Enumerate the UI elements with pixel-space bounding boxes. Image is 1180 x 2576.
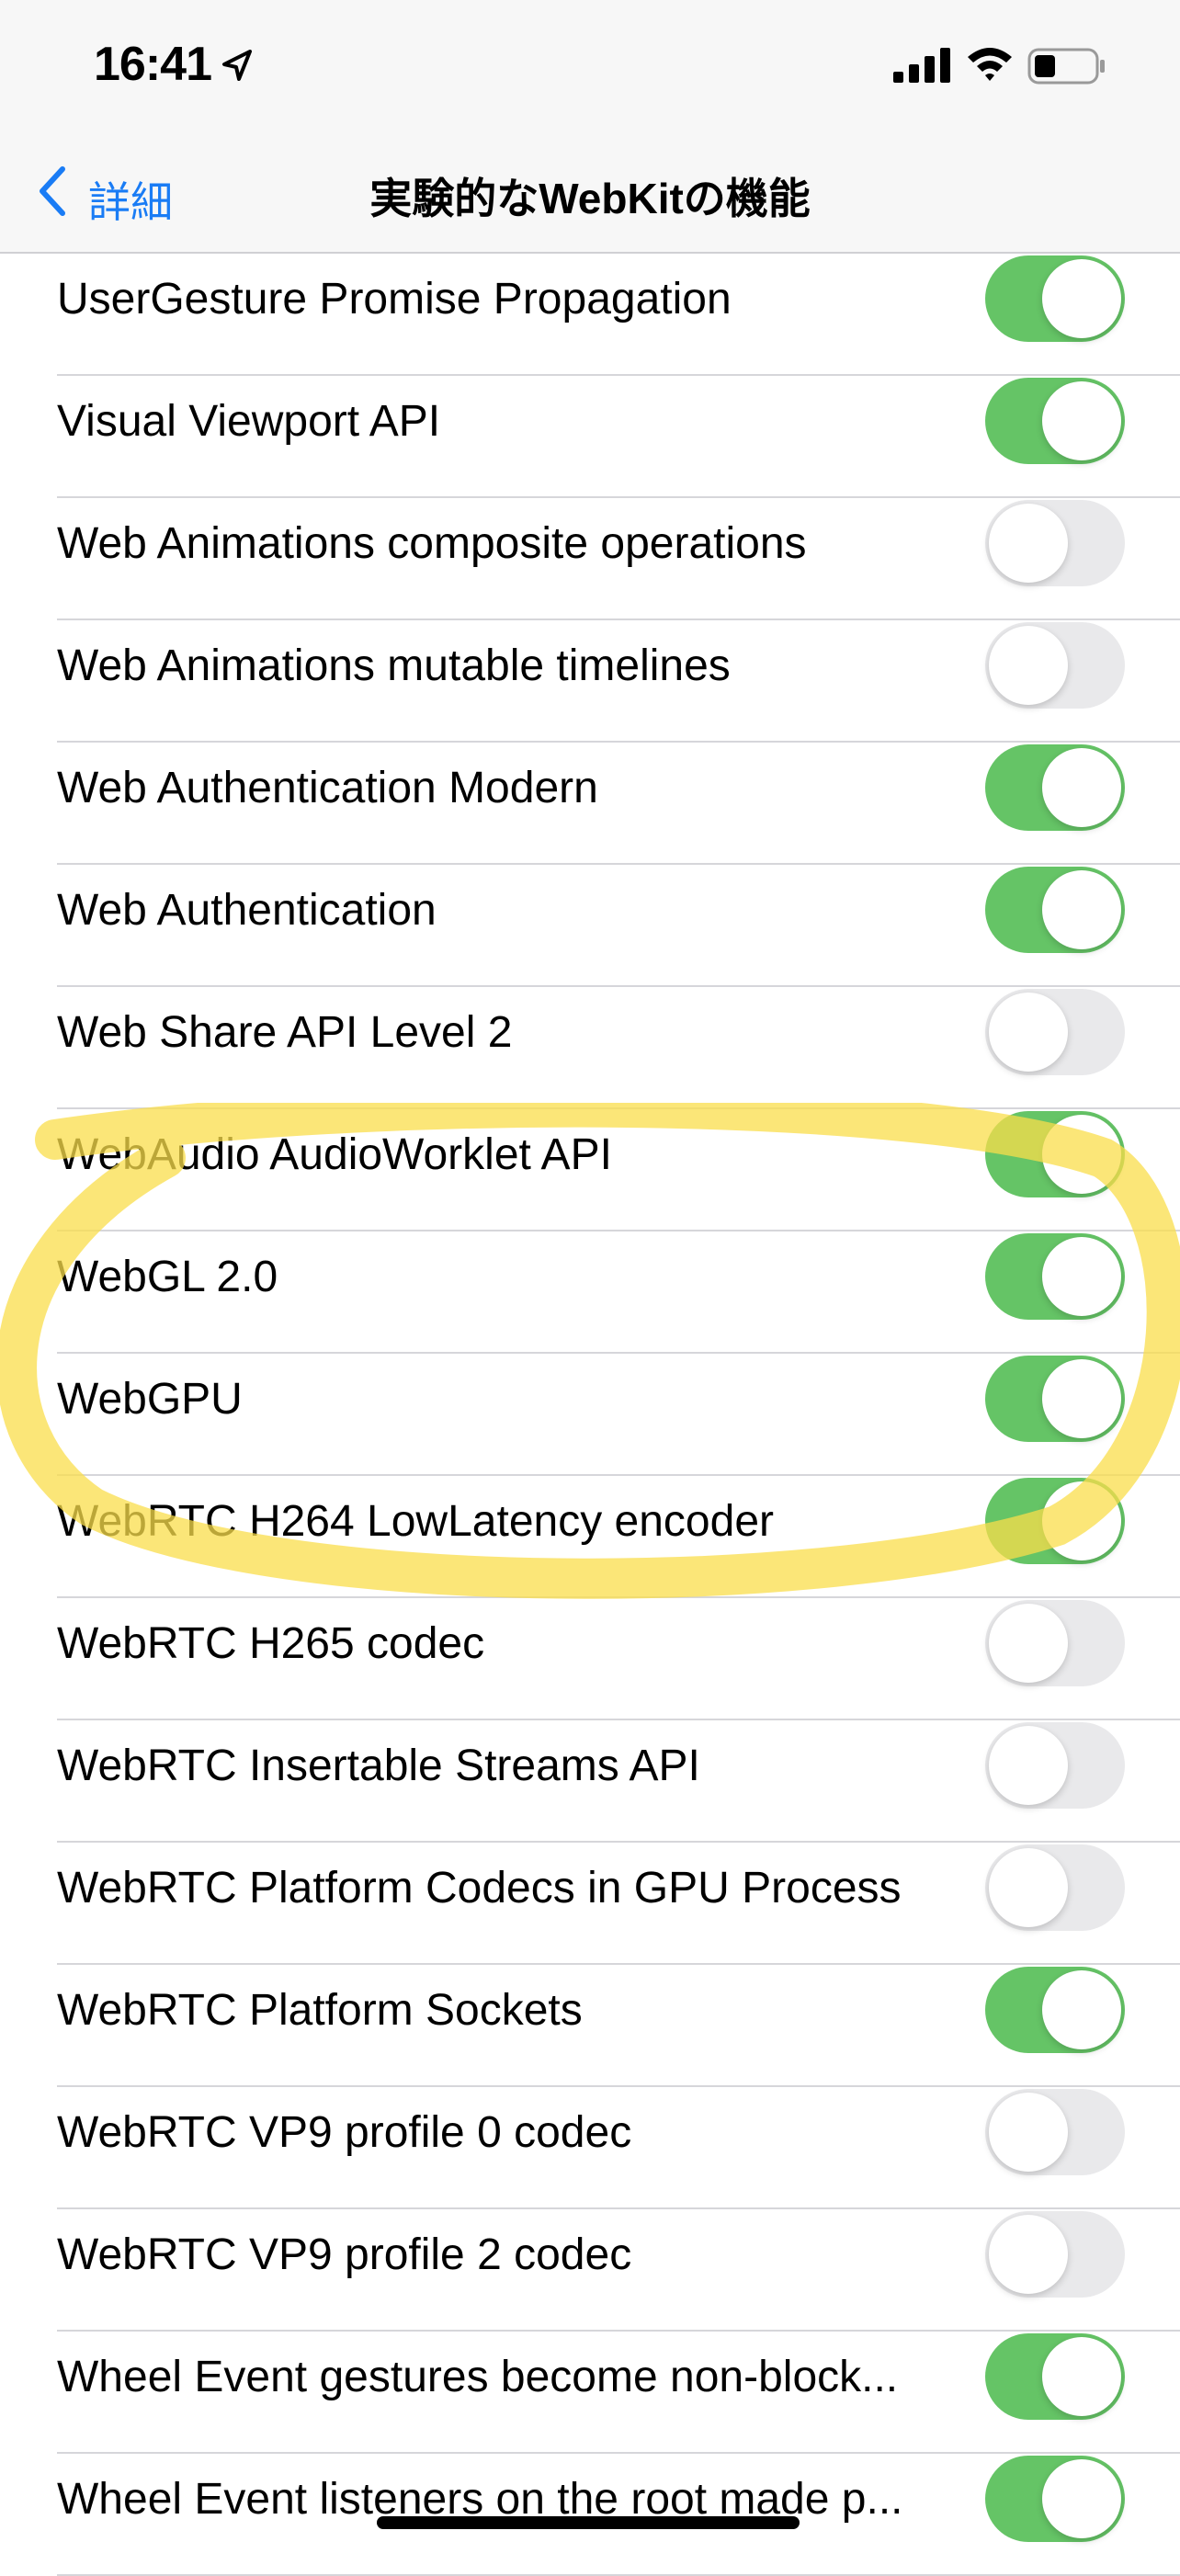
toggle-knob — [1042, 870, 1121, 949]
feature-toggle[interactable] — [985, 1722, 1125, 1809]
list-item: WebRTC VP9 profile 2 codec — [0, 2209, 1180, 2332]
location-arrow-icon — [222, 50, 252, 81]
toggle-knob — [1042, 259, 1121, 338]
toggle-knob — [1042, 1359, 1121, 1438]
feature-toggle[interactable] — [985, 2089, 1125, 2175]
toggle-knob — [989, 1848, 1068, 1927]
toggle-knob — [989, 1604, 1068, 1683]
feature-label: WebAudio AudioWorklet API — [57, 1130, 612, 1179]
feature-label: WebRTC H264 LowLatency encoder — [57, 1497, 774, 1546]
feature-toggle[interactable] — [985, 622, 1125, 709]
feature-label: WebRTC VP9 profile 2 codec — [57, 2230, 632, 2279]
feature-label: WebRTC Platform Codecs in GPU Process — [57, 1864, 902, 1912]
feature-label: Web Authentication Modern — [57, 764, 598, 812]
list-item: WebRTC VP9 profile 0 codec — [0, 2087, 1180, 2209]
feature-toggle[interactable] — [985, 255, 1125, 342]
list-item: Web Share API Level 2 — [0, 987, 1180, 1109]
list-item: WebGL 2.0 — [0, 1231, 1180, 1354]
feature-label: WebRTC H265 codec — [57, 1619, 485, 1668]
feature-toggle[interactable] — [985, 500, 1125, 586]
navigation-bar: 詳細 実験的なWebKitの機能 — [0, 129, 1180, 254]
wifi-icon — [968, 48, 1012, 81]
list-item: Web Animations composite operations — [0, 498, 1180, 620]
list-item: WebGPU — [0, 1354, 1180, 1476]
toggle-knob — [989, 993, 1068, 1072]
list-item: Web Authentication Modern — [0, 743, 1180, 865]
list-item: WebRTC Platform Sockets — [0, 1965, 1180, 2087]
feature-toggle[interactable] — [985, 378, 1125, 464]
feature-toggle[interactable] — [985, 1356, 1125, 1442]
cellular-signal-icon — [893, 48, 950, 83]
list-item: Web Animations mutable timelines — [0, 620, 1180, 743]
feature-list: UserGesture Promise Propagation Visual Vi… — [0, 254, 1180, 2576]
feature-label: WebGL 2.0 — [57, 1253, 278, 1301]
feature-label: Wheel Event listeners on the root made p… — [57, 2475, 903, 2524]
page-title: 実験的なWebKitの機能 — [369, 175, 811, 222]
feature-toggle[interactable] — [985, 1478, 1125, 1564]
feature-toggle[interactable] — [985, 1967, 1125, 2053]
toggle-knob — [1042, 2337, 1121, 2416]
feature-label: Web Share API Level 2 — [57, 1008, 513, 1057]
feature-toggle[interactable] — [985, 2333, 1125, 2420]
toggle-knob — [1042, 748, 1121, 827]
toggle-knob — [989, 626, 1068, 705]
list-item: Wheel Event listeners on the root made p… — [0, 2454, 1180, 2576]
toggle-knob — [1042, 1237, 1121, 1316]
list-item: WebAudio AudioWorklet API — [0, 1109, 1180, 1231]
feature-toggle[interactable] — [985, 744, 1125, 831]
toggle-knob — [989, 2215, 1068, 2294]
list-item: WebRTC H265 codec — [0, 1598, 1180, 1720]
list-item: Visual Viewport API — [0, 376, 1180, 498]
feature-label: WebGPU — [57, 1375, 243, 1424]
feature-label: Web Authentication — [57, 886, 437, 935]
toggle-knob — [1042, 381, 1121, 460]
toggle-knob — [1042, 1481, 1121, 1560]
feature-toggle[interactable] — [985, 1233, 1125, 1320]
feature-toggle[interactable] — [985, 1111, 1125, 1197]
toggle-knob — [1042, 2459, 1121, 2538]
list-item: Web Authentication — [0, 865, 1180, 987]
status-bar: 16:41 — [0, 0, 1180, 129]
toggle-knob — [989, 504, 1068, 583]
list-item: WebRTC Platform Codecs in GPU Process — [0, 1843, 1180, 1965]
feature-toggle[interactable] — [985, 989, 1125, 1075]
feature-label: Web Animations composite operations — [57, 519, 807, 568]
list-item: WebRTC Insertable Streams API — [0, 1720, 1180, 1843]
feature-toggle[interactable] — [985, 867, 1125, 953]
feature-label: WebRTC Platform Sockets — [57, 1986, 583, 2035]
feature-toggle[interactable] — [985, 1844, 1125, 1931]
feature-label: UserGesture Promise Propagation — [57, 275, 732, 323]
feature-toggle[interactable] — [985, 1600, 1125, 1686]
list-item: UserGesture Promise Propagation — [0, 254, 1180, 376]
feature-label: WebRTC Insertable Streams API — [57, 1742, 700, 1790]
feature-toggle[interactable] — [985, 2211, 1125, 2298]
feature-label: Wheel Event gestures become non-block... — [57, 2353, 899, 2401]
home-indicator — [377, 2516, 800, 2529]
toggle-knob — [989, 1726, 1068, 1805]
feature-label: Web Animations mutable timelines — [57, 641, 731, 690]
list-item: WebRTC H264 LowLatency encoder — [0, 1476, 1180, 1598]
toggle-knob — [1042, 1970, 1121, 2049]
feature-label: Visual Viewport API — [57, 397, 441, 446]
feature-label: WebRTC VP9 profile 0 codec — [57, 2108, 632, 2157]
battery-icon — [1027, 48, 1105, 85]
status-time: 16:41 — [94, 38, 212, 91]
list-item: Wheel Event gestures become non-block... — [0, 2332, 1180, 2454]
feature-toggle[interactable] — [985, 2456, 1125, 2542]
toggle-knob — [989, 2093, 1068, 2172]
toggle-knob — [1042, 1115, 1121, 1194]
